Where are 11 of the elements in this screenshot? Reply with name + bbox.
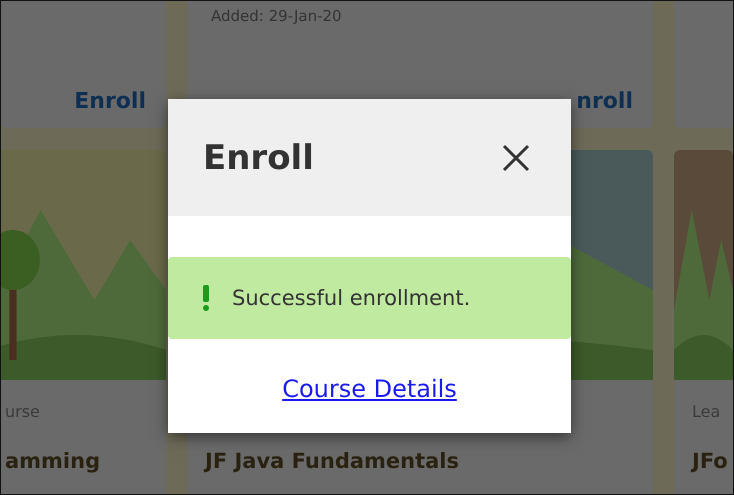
course-title: JF Java Fundamentals	[205, 449, 460, 473]
alert-message: Successful enrollment.	[232, 286, 470, 310]
exclamation-icon	[202, 285, 210, 311]
dialog-title: Enroll	[203, 138, 314, 178]
course-details-link[interactable]: Course Details	[282, 375, 457, 403]
added-date: Added: 29-Jan-20	[211, 7, 342, 25]
close-button[interactable]	[501, 142, 531, 172]
enroll-link[interactable]: nroll	[576, 89, 633, 114]
course-title: JFo	[692, 449, 728, 473]
enroll-link[interactable]: Enroll	[74, 89, 146, 114]
course-title: amming	[5, 449, 100, 473]
